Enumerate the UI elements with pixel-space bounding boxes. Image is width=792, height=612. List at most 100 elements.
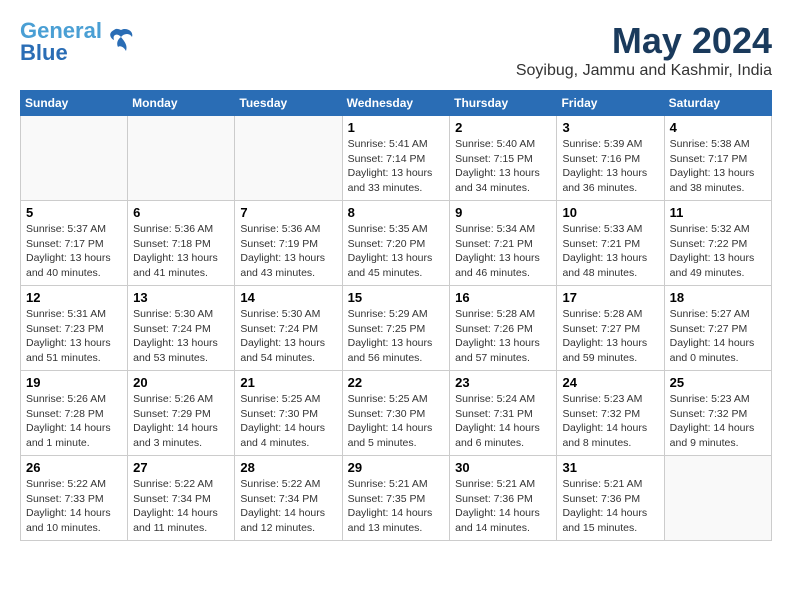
page-header: General Blue May 2024 Soyibug, Jammu and…: [20, 20, 772, 80]
day-info: Sunrise: 5:34 AM Sunset: 7:21 PM Dayligh…: [455, 222, 551, 281]
calendar-cell: 5 Sunrise: 5:37 AM Sunset: 7:17 PM Daylig…: [21, 201, 128, 286]
day-number: 11: [670, 205, 766, 220]
day-info: Sunrise: 5:40 AM Sunset: 7:15 PM Dayligh…: [455, 137, 551, 196]
day-number: 8: [348, 205, 445, 220]
day-info: Sunrise: 5:26 AM Sunset: 7:28 PM Dayligh…: [26, 392, 122, 451]
calendar-cell: 10Sunrise: 5:33 AM Sunset: 7:21 PM Dayli…: [557, 201, 664, 286]
day-number: 3: [562, 120, 658, 135]
day-info: Sunrise: 5:37 AM Sunset: 7:17 PM Dayligh…: [26, 222, 122, 281]
logo-name2: Blue: [20, 42, 102, 64]
day-number: 1: [348, 120, 445, 135]
week-row-1: 1 Sunrise: 5:41 AM Sunset: 7:14 PM Daylig…: [21, 116, 772, 201]
day-number: 25: [670, 375, 766, 390]
weekday-header-monday: Monday: [128, 91, 235, 116]
calendar-cell: 1 Sunrise: 5:41 AM Sunset: 7:14 PM Daylig…: [342, 116, 450, 201]
calendar-cell: 24 Sunrise: 5:23 AM Sunset: 7:32 PM Dayli…: [557, 371, 664, 456]
day-number: 7: [240, 205, 336, 220]
day-number: 18: [670, 290, 766, 305]
day-info: Sunrise: 5:41 AM Sunset: 7:14 PM Dayligh…: [348, 137, 445, 196]
day-info: Sunrise: 5:30 AM Sunset: 7:24 PM Dayligh…: [240, 307, 336, 366]
calendar-cell: 21 Sunrise: 5:25 AM Sunset: 7:30 PM Dayli…: [235, 371, 342, 456]
day-info: Sunrise: 5:21 AM Sunset: 7:36 PM Dayligh…: [455, 477, 551, 536]
logo-name: General: [20, 20, 102, 42]
calendar-cell: 30 Sunrise: 5:21 AM Sunset: 7:36 PM Dayli…: [450, 456, 557, 541]
day-info: Sunrise: 5:39 AM Sunset: 7:16 PM Dayligh…: [562, 137, 658, 196]
calendar-cell: 8 Sunrise: 5:35 AM Sunset: 7:20 PM Daylig…: [342, 201, 450, 286]
day-number: 30: [455, 460, 551, 475]
day-number: 31: [562, 460, 658, 475]
day-info: Sunrise: 5:33 AM Sunset: 7:21 PM Dayligh…: [562, 222, 658, 281]
day-number: 29: [348, 460, 445, 475]
day-info: Sunrise: 5:29 AM Sunset: 7:25 PM Dayligh…: [348, 307, 445, 366]
calendar-cell: 14 Sunrise: 5:30 AM Sunset: 7:24 PM Dayli…: [235, 286, 342, 371]
weekday-header-sunday: Sunday: [21, 91, 128, 116]
day-info: Sunrise: 5:24 AM Sunset: 7:31 PM Dayligh…: [455, 392, 551, 451]
day-number: 23: [455, 375, 551, 390]
day-number: 5: [26, 205, 122, 220]
day-number: 24: [562, 375, 658, 390]
day-number: 27: [133, 460, 229, 475]
calendar-cell: 6 Sunrise: 5:36 AM Sunset: 7:18 PM Daylig…: [128, 201, 235, 286]
day-number: 9: [455, 205, 551, 220]
logo-bird-icon: [106, 25, 136, 60]
day-number: 26: [26, 460, 122, 475]
day-info: Sunrise: 5:36 AM Sunset: 7:18 PM Dayligh…: [133, 222, 229, 281]
day-number: 12: [26, 290, 122, 305]
day-number: 21: [240, 375, 336, 390]
day-info: Sunrise: 5:27 AM Sunset: 7:27 PM Dayligh…: [670, 307, 766, 366]
day-number: 15: [348, 290, 445, 305]
location: Soyibug, Jammu and Kashmir, India: [516, 62, 772, 80]
day-number: 2: [455, 120, 551, 135]
calendar-cell: 26Sunrise: 5:22 AM Sunset: 7:33 PM Dayli…: [21, 456, 128, 541]
day-info: Sunrise: 5:35 AM Sunset: 7:20 PM Dayligh…: [348, 222, 445, 281]
day-info: Sunrise: 5:22 AM Sunset: 7:34 PM Dayligh…: [240, 477, 336, 536]
logo: General Blue: [20, 20, 136, 64]
title-block: May 2024 Soyibug, Jammu and Kashmir, Ind…: [516, 20, 772, 80]
day-number: 28: [240, 460, 336, 475]
calendar-cell: 18 Sunrise: 5:27 AM Sunset: 7:27 PM Dayli…: [664, 286, 771, 371]
calendar-cell: 4Sunrise: 5:38 AM Sunset: 7:17 PM Daylig…: [664, 116, 771, 201]
calendar-cell: 11 Sunrise: 5:32 AM Sunset: 7:22 PM Dayli…: [664, 201, 771, 286]
calendar-cell: 13Sunrise: 5:30 AM Sunset: 7:24 PM Dayli…: [128, 286, 235, 371]
weekday-header-thursday: Thursday: [450, 91, 557, 116]
weekday-header-tuesday: Tuesday: [235, 91, 342, 116]
day-number: 17: [562, 290, 658, 305]
week-row-2: 5 Sunrise: 5:37 AM Sunset: 7:17 PM Daylig…: [21, 201, 772, 286]
calendar-cell: 20 Sunrise: 5:26 AM Sunset: 7:29 PM Dayli…: [128, 371, 235, 456]
day-number: 19: [26, 375, 122, 390]
weekday-header-row: SundayMondayTuesdayWednesdayThursdayFrid…: [21, 91, 772, 116]
weekday-header-saturday: Saturday: [664, 91, 771, 116]
day-info: Sunrise: 5:21 AM Sunset: 7:35 PM Dayligh…: [348, 477, 445, 536]
day-number: 6: [133, 205, 229, 220]
month-title: May 2024: [516, 20, 772, 62]
day-info: Sunrise: 5:36 AM Sunset: 7:19 PM Dayligh…: [240, 222, 336, 281]
weekday-header-wednesday: Wednesday: [342, 91, 450, 116]
week-row-5: 26Sunrise: 5:22 AM Sunset: 7:33 PM Dayli…: [21, 456, 772, 541]
day-info: Sunrise: 5:28 AM Sunset: 7:26 PM Dayligh…: [455, 307, 551, 366]
day-info: Sunrise: 5:25 AM Sunset: 7:30 PM Dayligh…: [348, 392, 445, 451]
day-number: 22: [348, 375, 445, 390]
calendar-cell: 15 Sunrise: 5:29 AM Sunset: 7:25 PM Dayli…: [342, 286, 450, 371]
calendar-cell: 7 Sunrise: 5:36 AM Sunset: 7:19 PM Daylig…: [235, 201, 342, 286]
day-info: Sunrise: 5:32 AM Sunset: 7:22 PM Dayligh…: [670, 222, 766, 281]
day-info: Sunrise: 5:23 AM Sunset: 7:32 PM Dayligh…: [562, 392, 658, 451]
calendar-cell: 31Sunrise: 5:21 AM Sunset: 7:36 PM Dayli…: [557, 456, 664, 541]
calendar-cell: 16Sunrise: 5:28 AM Sunset: 7:26 PM Dayli…: [450, 286, 557, 371]
day-info: Sunrise: 5:25 AM Sunset: 7:30 PM Dayligh…: [240, 392, 336, 451]
calendar-cell: 29 Sunrise: 5:21 AM Sunset: 7:35 PM Dayli…: [342, 456, 450, 541]
day-number: 4: [670, 120, 766, 135]
calendar-cell: [21, 116, 128, 201]
day-number: 13: [133, 290, 229, 305]
calendar-cell: [664, 456, 771, 541]
calendar-cell: 25Sunrise: 5:23 AM Sunset: 7:32 PM Dayli…: [664, 371, 771, 456]
day-number: 20: [133, 375, 229, 390]
calendar-cell: 28 Sunrise: 5:22 AM Sunset: 7:34 PM Dayli…: [235, 456, 342, 541]
calendar-cell: 27 Sunrise: 5:22 AM Sunset: 7:34 PM Dayli…: [128, 456, 235, 541]
day-info: Sunrise: 5:22 AM Sunset: 7:34 PM Dayligh…: [133, 477, 229, 536]
calendar-cell: 19 Sunrise: 5:26 AM Sunset: 7:28 PM Dayli…: [21, 371, 128, 456]
day-number: 14: [240, 290, 336, 305]
calendar-cell: 3 Sunrise: 5:39 AM Sunset: 7:16 PM Daylig…: [557, 116, 664, 201]
day-info: Sunrise: 5:26 AM Sunset: 7:29 PM Dayligh…: [133, 392, 229, 451]
calendar-cell: 22 Sunrise: 5:25 AM Sunset: 7:30 PM Dayli…: [342, 371, 450, 456]
calendar-cell: 9 Sunrise: 5:34 AM Sunset: 7:21 PM Daylig…: [450, 201, 557, 286]
